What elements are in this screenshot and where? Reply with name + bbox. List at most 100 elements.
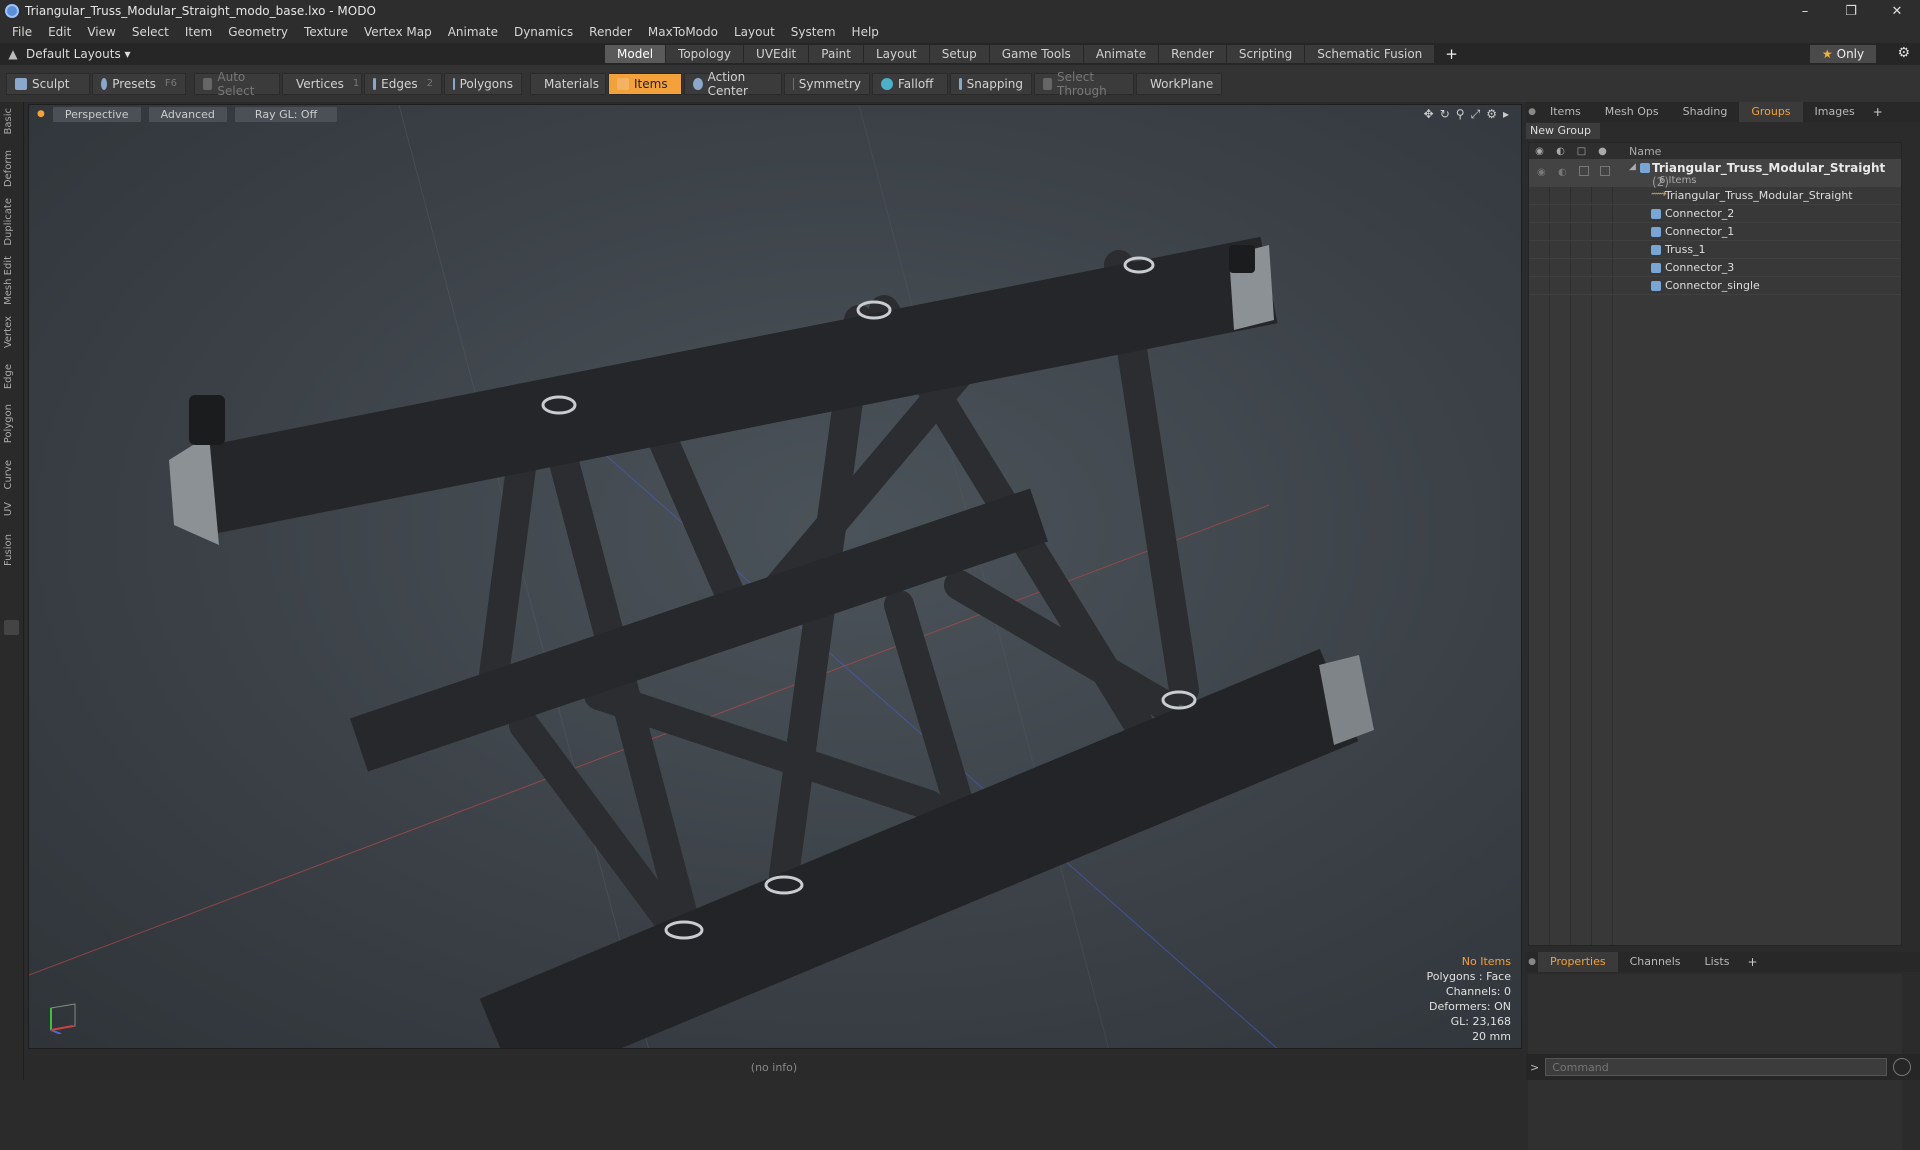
vtab-duplicate[interactable]: Duplicate: [3, 198, 21, 246]
shading-mode-button[interactable]: Advanced: [148, 106, 227, 122]
falloff-button[interactable]: Falloff: [872, 72, 948, 95]
tab-properties[interactable]: Properties: [1538, 952, 1618, 972]
fit-icon[interactable]: ⤢: [1471, 107, 1481, 122]
menu-geometry[interactable]: Geometry: [220, 22, 296, 43]
tab-lists[interactable]: Lists: [1693, 952, 1742, 972]
list-item[interactable]: ⟿ Triangular_Truss_Modular_Straight: [1529, 187, 1901, 205]
palette-toggle-icon[interactable]: [4, 620, 19, 635]
tab-topology[interactable]: Topology: [666, 45, 745, 63]
visibility-column-icon[interactable]: ◉: [1529, 146, 1550, 157]
vtab-edge[interactable]: Edge: [3, 364, 21, 389]
menu-file[interactable]: File: [4, 22, 40, 43]
vtab-deform[interactable]: Deform: [3, 150, 21, 187]
tab-setup[interactable]: Setup: [929, 45, 990, 63]
tab-schematic-fusion[interactable]: Schematic Fusion: [1305, 45, 1436, 63]
list-item[interactable]: Connector_single: [1529, 277, 1901, 295]
group-visibility-icon[interactable]: ◉: [1537, 167, 1546, 178]
add-properties-tab-icon[interactable]: +: [1741, 955, 1763, 969]
action-center-button[interactable]: Action Center: [684, 70, 782, 98]
restore-icon[interactable]: ❐: [1828, 0, 1874, 22]
close-icon[interactable]: ✕: [1874, 0, 1920, 22]
tab-paint[interactable]: Paint: [809, 45, 864, 63]
snapping-button[interactable]: Snapping: [950, 72, 1032, 95]
viewport-settings-icon[interactable]: ⚙: [1486, 107, 1497, 122]
group-list-scrollbar[interactable]: [1906, 142, 1916, 946]
workplane-button[interactable]: WorkPlane: [1136, 72, 1222, 95]
panel-options-icon[interactable]: ●: [1526, 107, 1538, 117]
add-tab-icon[interactable]: +: [1435, 45, 1468, 63]
list-item[interactable]: Connector_2: [1529, 205, 1901, 223]
items-button[interactable]: Items: [608, 72, 682, 95]
tab-layout[interactable]: Layout: [863, 45, 930, 63]
tab-model[interactable]: Model: [605, 45, 667, 63]
menu-view[interactable]: View: [79, 22, 123, 43]
menu-animate[interactable]: Animate: [440, 22, 506, 43]
auto-select-button[interactable]: Auto Select: [194, 70, 280, 98]
view-type-button[interactable]: Perspective: [52, 106, 141, 122]
gear-icon[interactable]: ⚙: [1897, 45, 1910, 61]
vtab-mesh-edit[interactable]: Mesh Edit: [3, 256, 21, 305]
presets-button[interactable]: Presets F6: [92, 72, 186, 95]
collapse-arrow-icon[interactable]: ◢: [1629, 162, 1636, 172]
menu-render[interactable]: Render: [581, 22, 640, 43]
vtab-basic[interactable]: Basic: [3, 108, 21, 134]
list-item[interactable]: Truss_1: [1529, 241, 1901, 259]
menu-layout[interactable]: Layout: [726, 22, 783, 43]
tab-mesh-ops[interactable]: Mesh Ops: [1593, 102, 1671, 122]
minimize-icon[interactable]: –: [1782, 0, 1828, 22]
group-select-checkbox[interactable]: [1600, 166, 1610, 176]
menu-dynamics[interactable]: Dynamics: [506, 22, 581, 43]
command-history-icon[interactable]: [1893, 1058, 1912, 1076]
tab-scripting[interactable]: Scripting: [1226, 45, 1306, 63]
only-button[interactable]: ★ Only: [1810, 45, 1876, 63]
add-panel-tab-icon[interactable]: +: [1867, 105, 1889, 119]
sculpt-button[interactable]: Sculpt: [6, 72, 90, 95]
select-through-button[interactable]: Select Through: [1034, 70, 1134, 98]
raygl-button[interactable]: Ray GL: Off: [234, 106, 338, 122]
menu-edit[interactable]: Edit: [40, 22, 79, 43]
list-item[interactable]: Connector_3: [1529, 259, 1901, 277]
menu-vertex-map[interactable]: Vertex Map: [356, 22, 440, 43]
group-lock-checkbox[interactable]: [1579, 166, 1589, 176]
tab-uvedit[interactable]: UVEdit: [744, 45, 810, 63]
expand-arrow-icon[interactable]: ▸: [1503, 107, 1509, 122]
tab-animate[interactable]: Animate: [1083, 45, 1160, 63]
tab-render[interactable]: Render: [1159, 45, 1227, 63]
render-column-icon[interactable]: ◐: [1550, 146, 1571, 157]
group-row[interactable]: ◉ ◐ ◢ Triangular_Truss_Modular_Straight …: [1529, 159, 1901, 189]
layout-collapse-icon[interactable]: ▲: [0, 47, 26, 61]
name-column-header[interactable]: Name: [1629, 145, 1661, 158]
properties-options-icon[interactable]: ●: [1526, 957, 1538, 967]
symmetry-button[interactable]: Symmetry: [784, 72, 870, 95]
tab-items[interactable]: Items: [1538, 102, 1593, 122]
menu-item[interactable]: Item: [177, 22, 220, 43]
select-column-icon[interactable]: ●: [1592, 146, 1613, 157]
3d-viewport[interactable]: ● Perspective Advanced Ray GL: Off ✥ ↻ ⚲…: [28, 104, 1522, 1049]
vtab-curve[interactable]: Curve: [3, 460, 21, 490]
menu-system[interactable]: System: [783, 22, 844, 43]
zoom-icon[interactable]: ⚲: [1456, 107, 1465, 122]
new-group-button[interactable]: New Group: [1526, 123, 1600, 139]
vtab-polygon[interactable]: Polygon: [3, 404, 21, 443]
edges-button[interactable]: Edges 2: [364, 72, 442, 95]
tab-groups[interactable]: Groups: [1739, 102, 1803, 122]
tab-game-tools[interactable]: Game Tools: [989, 45, 1084, 63]
rotate-icon[interactable]: ↻: [1440, 107, 1450, 122]
tab-channels[interactable]: Channels: [1618, 952, 1693, 972]
pan-icon[interactable]: ✥: [1424, 107, 1434, 122]
menu-select[interactable]: Select: [124, 22, 177, 43]
menu-texture[interactable]: Texture: [296, 22, 356, 43]
layout-selector[interactable]: Default Layouts ▾: [26, 47, 136, 61]
menu-help[interactable]: Help: [844, 22, 887, 43]
viewport-options-icon[interactable]: ●: [37, 109, 45, 119]
polygons-button[interactable]: Polygons: [444, 72, 522, 95]
list-item[interactable]: Connector_1: [1529, 223, 1901, 241]
group-render-icon[interactable]: ◐: [1558, 167, 1567, 178]
lock-column-icon[interactable]: □: [1571, 146, 1592, 157]
vtab-fusion[interactable]: Fusion: [3, 534, 21, 566]
tab-images[interactable]: Images: [1803, 102, 1867, 122]
vtab-uv[interactable]: UV: [3, 502, 21, 516]
vertices-button[interactable]: Vertices 1: [282, 72, 362, 95]
tab-shading[interactable]: Shading: [1671, 102, 1740, 122]
materials-button[interactable]: Materials: [530, 72, 606, 95]
